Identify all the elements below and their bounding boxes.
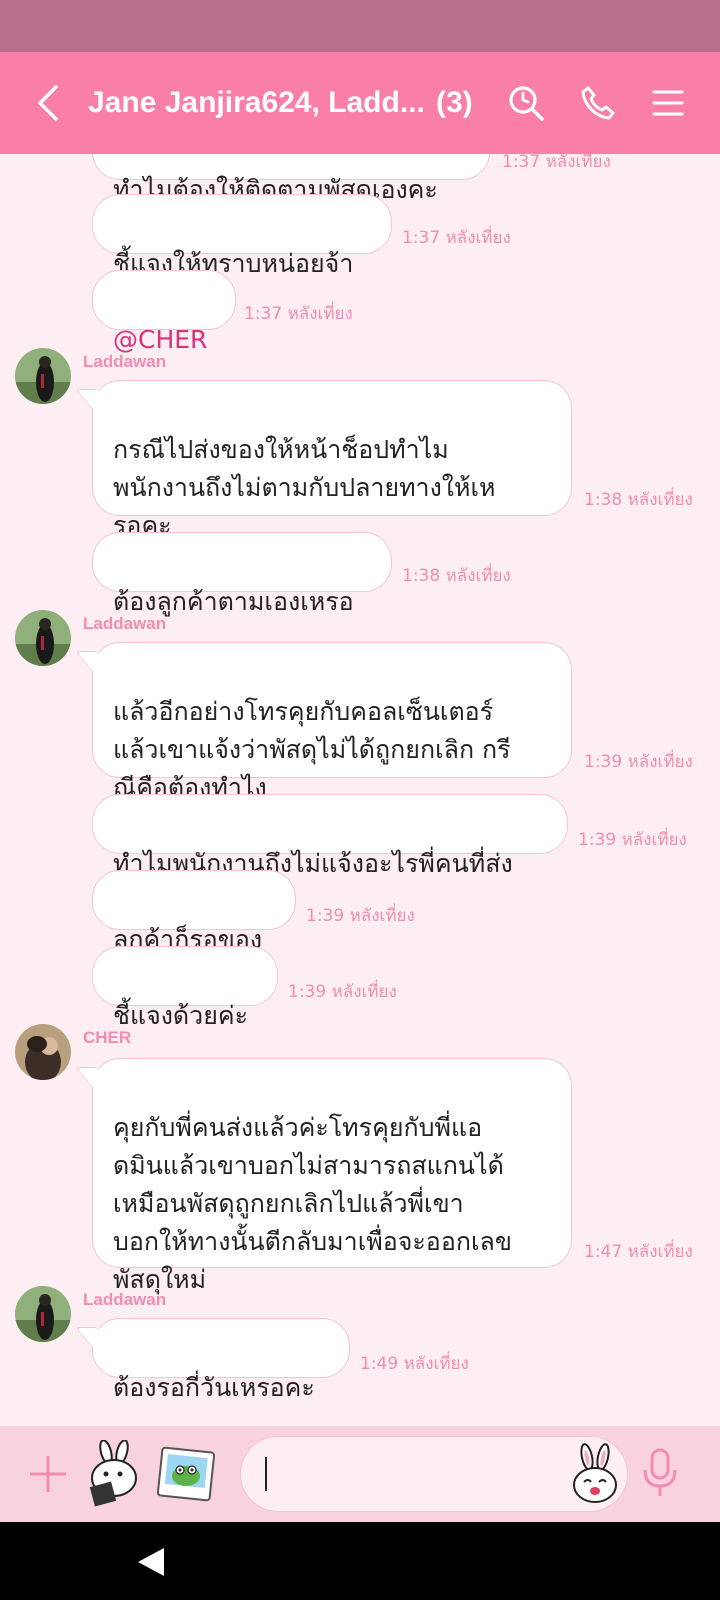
message-bubble[interactable]: ชี้แจงให้ทราบหน่อยจ้า xyxy=(92,194,392,278)
message-bubble[interactable]: @CHER xyxy=(92,270,236,354)
message-bubble[interactable]: ลูกค้าก็รอของ xyxy=(92,870,296,954)
mention-link[interactable]: @CHER xyxy=(113,325,207,354)
message-bubble[interactable]: แล้วอีกอย่างโทรคุยกับคอลเซ็นเตอร์ แล้วเข… xyxy=(92,642,572,802)
sticker-button[interactable] xyxy=(84,1439,144,1508)
avatar[interactable] xyxy=(15,610,71,666)
call-button[interactable] xyxy=(576,52,620,154)
hamburger-menu-icon xyxy=(652,90,684,116)
message-time: 1:39 หลังเที่ยง xyxy=(584,752,693,772)
message-time: 1:47 หลังเที่ยง xyxy=(584,1242,693,1262)
triangle-back-icon xyxy=(138,1548,164,1576)
message-time: 1:37 หลังเที่ยง xyxy=(244,304,353,324)
message-input-bar xyxy=(0,1426,720,1522)
message-time: 1:39 หลังเที่ยง xyxy=(288,982,397,1002)
message-time: 1:39 หลังเที่ยง xyxy=(578,830,687,850)
message-bubble[interactable]: กรณีไปส่งของให้หน้าช็อปทำไม พนักงานถึงไม… xyxy=(92,380,572,540)
message-bubble[interactable]: คุยกับพี่คนส่งแล้วค่ะโทรคุยกับพี่แอ ดมิน… xyxy=(92,1058,572,1294)
message-time: 1:39 หลังเที่ยง xyxy=(306,906,415,926)
message-text: ต้องลูกค้าตามเองเหรอ xyxy=(113,587,354,616)
emoji-button[interactable] xyxy=(571,1441,619,1507)
message-time: 1:38 หลังเที่ยง xyxy=(584,490,693,510)
message-text: คุยกับพี่คนส่งแล้วค่ะโทรคุยกับพี่แอ ดมิน… xyxy=(113,1113,512,1294)
chevron-left-icon xyxy=(38,85,58,121)
add-button[interactable] xyxy=(28,1454,68,1494)
avatar[interactable] xyxy=(15,1286,71,1342)
message-text: กรณีไปส่งของให้หน้าช็อปทำไม พนักงานถึงไม… xyxy=(113,435,496,540)
message-time: 1:49 หลังเที่ยง xyxy=(360,1354,469,1374)
photo-icon xyxy=(156,1446,216,1502)
gallery-button[interactable] xyxy=(156,1446,216,1502)
avatar[interactable] xyxy=(15,1024,71,1080)
message-time: 1:38 หลังเที่ยง xyxy=(402,566,511,586)
message-text: ต้องรอกี่วันเหรอคะ xyxy=(113,1373,315,1402)
chat-header: Jane Janjira624, Ladd... (3) xyxy=(0,52,720,154)
sender-name: Laddawan xyxy=(83,1290,167,1309)
system-nav-bar xyxy=(0,1522,720,1600)
sticker-icon xyxy=(89,1439,137,1507)
chat-title[interactable]: Jane Janjira624, Ladd... xyxy=(88,52,483,154)
nav-back-button[interactable] xyxy=(136,1546,166,1578)
avatar[interactable] xyxy=(15,348,71,404)
message-bubble[interactable]: ต้องรอกี่วันเหรอคะ xyxy=(92,1318,350,1402)
back-button[interactable] xyxy=(28,52,68,154)
message-bubble[interactable]: ชี้แจงด้วยค่ะ xyxy=(92,946,278,1030)
emoji-icon xyxy=(573,1443,617,1503)
microphone-icon xyxy=(643,1448,677,1496)
search-icon xyxy=(509,86,544,121)
search-button[interactable] xyxy=(504,52,548,154)
message-time: 1:37 หลังเที่ยง xyxy=(502,154,611,172)
sender-name: CHER xyxy=(83,1028,132,1047)
sender-name: Laddawan xyxy=(83,352,167,371)
message-input[interactable] xyxy=(240,1436,628,1512)
member-count[interactable]: (3) xyxy=(436,52,473,154)
menu-button[interactable] xyxy=(648,52,688,154)
plus-icon xyxy=(30,1456,66,1492)
message-bubble[interactable]: ทำไมต้องให้ติดตามพัสดุเองคะ xyxy=(92,154,490,204)
status-bar xyxy=(0,0,720,52)
message-bubble[interactable]: ทำไมพนักงานถึงไม่แจ้งอะไรพี่คนที่ส่ง xyxy=(92,794,568,878)
message-list[interactable]: ทำไมต้องให้ติดตามพัสดุเองคะ 1:37 หลังเที… xyxy=(0,154,720,1426)
message-text: แล้วอีกอย่างโทรคุยกับคอลเซ็นเตอร์ แล้วเข… xyxy=(113,697,511,802)
message-bubble[interactable]: ต้องลูกค้าตามเองเหรอ xyxy=(92,532,392,616)
message-time: 1:37 หลังเที่ยง xyxy=(402,228,511,248)
voice-button[interactable] xyxy=(642,1448,678,1500)
message-text: ชี้แจงด้วยค่ะ xyxy=(113,1001,249,1030)
phone-icon xyxy=(581,86,615,120)
sender-name: Laddawan xyxy=(83,614,167,633)
text-caret xyxy=(265,1457,267,1491)
